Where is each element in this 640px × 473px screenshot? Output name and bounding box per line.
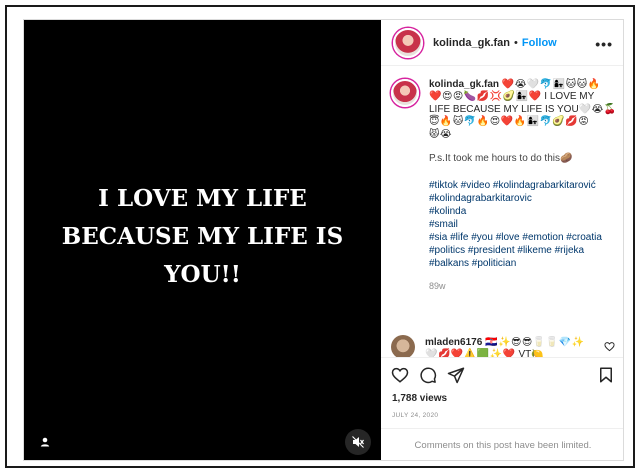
caption-text-segment: LIFE BECAUSE MY LIFE IS YOU xyxy=(429,103,579,115)
hashtag-link[interactable]: #politics #president #likeme #rijeka xyxy=(429,244,617,257)
media-caption-line: YOU!! xyxy=(164,261,241,288)
caption-emoji: 🤍😭🍒 xyxy=(578,103,617,115)
more-options-button[interactable]: ••• xyxy=(595,36,613,52)
caption-emoji: ❤️😍😡🍆💋💢🥑👩‍👧❤️ xyxy=(429,91,542,103)
comments-limited-notice: Comments on this post have been limited. xyxy=(381,428,623,460)
avatar[interactable] xyxy=(391,335,415,357)
comments-scroll-area[interactable]: kolinda_gk.fan ❤️😭🤍🐬👩‍👧🐱🐱🔥 ❤️😍😡🍆💋💢🥑👩‍👧❤️… xyxy=(381,67,623,357)
follow-button[interactable]: Follow xyxy=(522,37,557,49)
paper-plane-icon xyxy=(447,367,465,384)
heart-icon xyxy=(604,342,615,352)
caption-emoji: 😇🔥🐱🐬🔥😍❤️🔥👩‍👧🐬🥑💋😡 xyxy=(429,116,590,128)
mute-button[interactable] xyxy=(345,429,371,455)
media-caption-line: BECAUSE MY LIFE IS xyxy=(61,223,344,250)
post-side-panel: kolinda_gk.fan • Follow ••• kolinda_gk.f… xyxy=(381,20,623,460)
heart-icon xyxy=(391,367,409,383)
hashtag-link[interactable]: #sia #life #you #love #emotion #croatia xyxy=(429,231,617,244)
action-bar xyxy=(381,357,623,389)
comment-emoji: 🍋 xyxy=(531,349,545,357)
hashtag-link[interactable]: #balkans #politician xyxy=(429,257,617,270)
caption-emoji: 😾😭 xyxy=(429,128,453,140)
comment-text: mladen6176 🇭🇷✨😎😎🥛🥛💎✨ 🤍💋❤️⚠️🟩✨❤️ VT🍋 xyxy=(425,337,595,357)
save-button[interactable] xyxy=(597,366,615,384)
media-overlay-text: I LOVE MY LIFE BECAUSE MY LIFE IS YOU!! xyxy=(24,180,381,294)
avatar[interactable] xyxy=(393,27,423,58)
comment-icon xyxy=(420,367,437,384)
caption-emoji: 🥔 xyxy=(560,153,573,165)
like-button[interactable] xyxy=(391,366,409,384)
hashtag-list: #tiktok #video #kolindagrabarkitarović #… xyxy=(429,179,617,270)
comment-item: mladen6176 🇭🇷✨😎😎🥛🥛💎✨ 🤍💋❤️⚠️🟩✨❤️ VT🍋 xyxy=(391,335,617,357)
media-caption-line: I LOVE MY LIFE xyxy=(98,185,307,212)
caption-note-text: P.s.It took me hours to do this xyxy=(429,153,560,165)
hashtag-link[interactable]: #kolinda xyxy=(429,205,617,218)
person-icon xyxy=(40,437,50,447)
comment-username-link[interactable]: mladen6176 xyxy=(425,337,482,348)
post-media-video[interactable]: I LOVE MY LIFE BECAUSE MY LIFE IS YOU!! xyxy=(24,20,381,460)
post-header: kolinda_gk.fan • Follow ••• xyxy=(381,20,623,66)
caption-text-segment: I LOVE MY xyxy=(544,91,595,103)
share-button[interactable] xyxy=(447,366,465,384)
header-username-link[interactable]: kolinda_gk.fan xyxy=(433,37,510,49)
screenshot-frame: I LOVE MY LIFE BECAUSE MY LIFE IS YOU!! xyxy=(5,5,635,468)
caption-emoji: ❤️😭🤍🐬👩‍👧🐱🐱🔥 xyxy=(501,79,601,90)
avatar[interactable] xyxy=(391,79,419,107)
caption-text: kolinda_gk.fan ❤️😭🤍🐬👩‍👧🐱🐱🔥 ❤️😍😡🍆💋💢🥑👩‍👧❤️… xyxy=(429,79,617,293)
caption-time-ago[interactable]: 89w xyxy=(429,280,617,292)
hashtag-link[interactable]: #kolindagrabarkitarovic xyxy=(429,192,617,205)
hashtag-link[interactable]: #tiktok #video #kolindagrabarkitarović xyxy=(429,179,617,192)
comment-emoji: 🤍💋❤️⚠️🟩✨❤️ xyxy=(425,349,516,357)
caption-note: P.s.It took me hours to do this🥔 xyxy=(429,153,617,165)
user-tag-button[interactable] xyxy=(37,434,53,450)
hashtag-link[interactable]: #smail xyxy=(429,218,617,231)
comment-like-button[interactable] xyxy=(604,341,615,355)
bookmark-icon xyxy=(600,367,612,383)
comment-button[interactable] xyxy=(419,366,437,384)
muted-speaker-icon xyxy=(352,436,364,448)
header-separator: • xyxy=(514,36,518,49)
comment-text-segment: VT xyxy=(518,349,532,357)
comment-emoji: 🇭🇷✨😎😎🥛🥛💎✨ xyxy=(485,337,585,348)
caption-username-link[interactable]: kolinda_gk.fan xyxy=(429,79,499,90)
post-card: I LOVE MY LIFE BECAUSE MY LIFE IS YOU!! xyxy=(23,19,624,461)
view-count[interactable]: 1,788 views xyxy=(392,393,447,404)
post-date: JULY 24, 2020 xyxy=(392,412,439,419)
